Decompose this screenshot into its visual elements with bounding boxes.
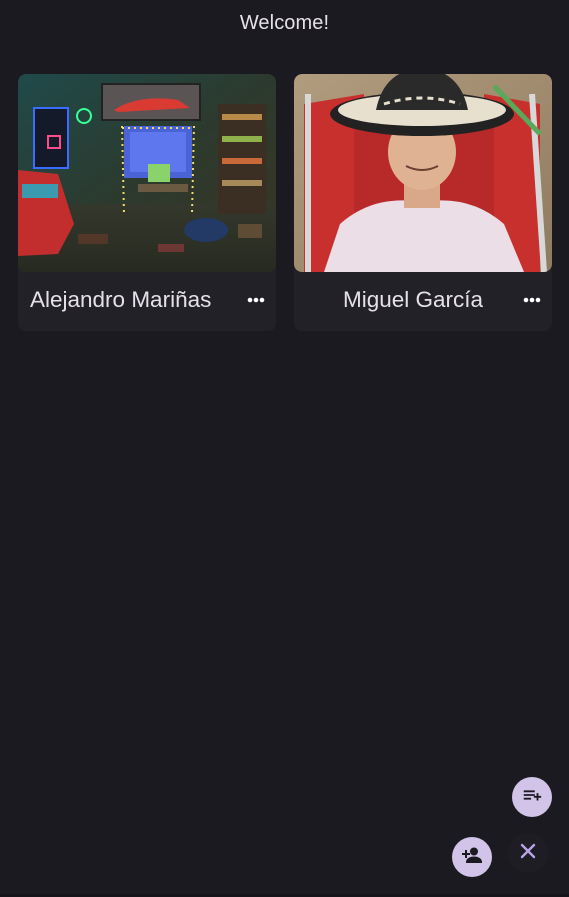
page-title: Welcome!: [239, 12, 330, 34]
person-add-icon: [460, 843, 484, 872]
user-name: Alejandro Mariñas: [30, 287, 212, 312]
user-card[interactable]: Miguel García: [294, 74, 552, 331]
room-thumbnail-image: [18, 74, 276, 272]
close-icon: [518, 841, 538, 866]
user-thumbnail[interactable]: [294, 74, 552, 272]
user-name: Miguel García: [342, 287, 484, 312]
playlist-add-icon: [521, 784, 543, 811]
user-card-footer: Miguel García: [294, 272, 552, 331]
add-user-button[interactable]: [452, 837, 492, 877]
more-horizontal-icon[interactable]: [520, 288, 544, 312]
person-with-hat-thumbnail-image: [294, 74, 552, 272]
more-horizontal-icon[interactable]: [244, 288, 268, 312]
close-button[interactable]: [508, 833, 548, 873]
add-to-queue-button[interactable]: [512, 777, 552, 817]
app-screen: Welcome! Alejandro Mariñas Miguel García: [0, 0, 569, 897]
user-grid: Alejandro Mariñas Miguel García: [18, 74, 552, 331]
user-card[interactable]: Alejandro Mariñas: [18, 74, 276, 331]
user-card-footer: Alejandro Mariñas: [18, 272, 276, 331]
user-thumbnail[interactable]: [18, 74, 276, 272]
